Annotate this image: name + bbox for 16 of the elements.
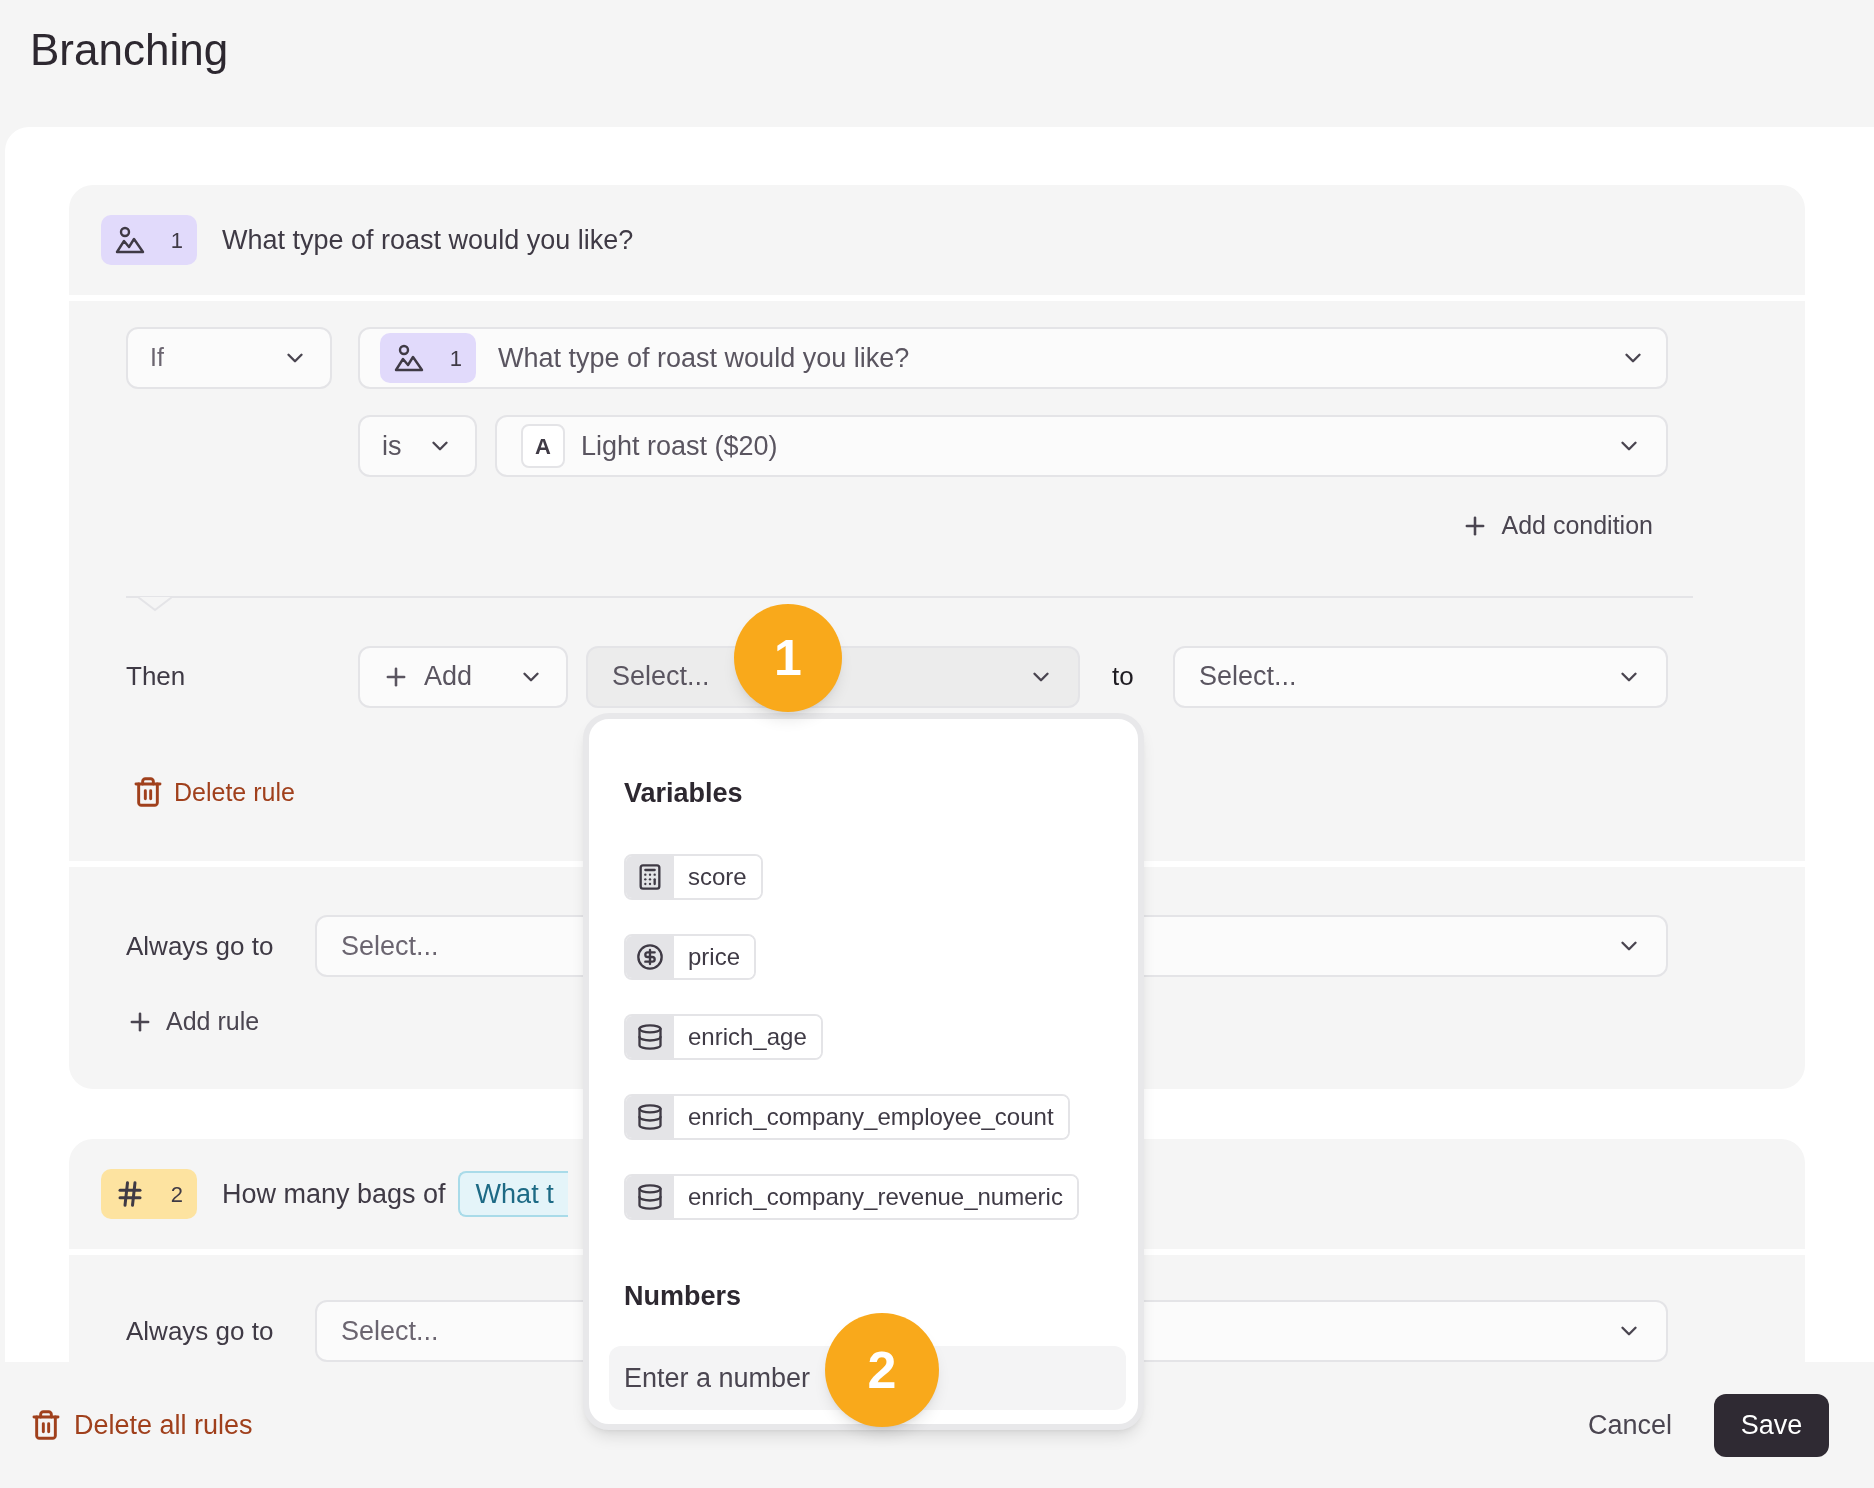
question-number: 2	[170, 1180, 183, 1209]
dropdown-section-heading: Variables	[624, 777, 744, 810]
to-label: to	[1111, 660, 1135, 693]
always-go-to-label: Always go to	[126, 929, 275, 963]
dropdown-section-heading: Numbers	[624, 1279, 743, 1313]
question-number: 1	[170, 226, 183, 255]
always-go-to-label: Always go to	[126, 1314, 275, 1348]
question-select-value: What type of roast would you like?	[498, 341, 911, 375]
question-title: How many bags of	[222, 1177, 446, 1211]
answer-reference-chip: What t	[457, 1171, 568, 1217]
then-label: Then	[126, 660, 187, 693]
question-title: What type of roast would you like?	[222, 223, 634, 257]
page-title: Branching	[30, 28, 230, 72]
answer-letter: A	[521, 424, 565, 468]
question-number: 1	[449, 344, 462, 373]
answer-select-value: Light roast ($20)	[581, 429, 779, 463]
